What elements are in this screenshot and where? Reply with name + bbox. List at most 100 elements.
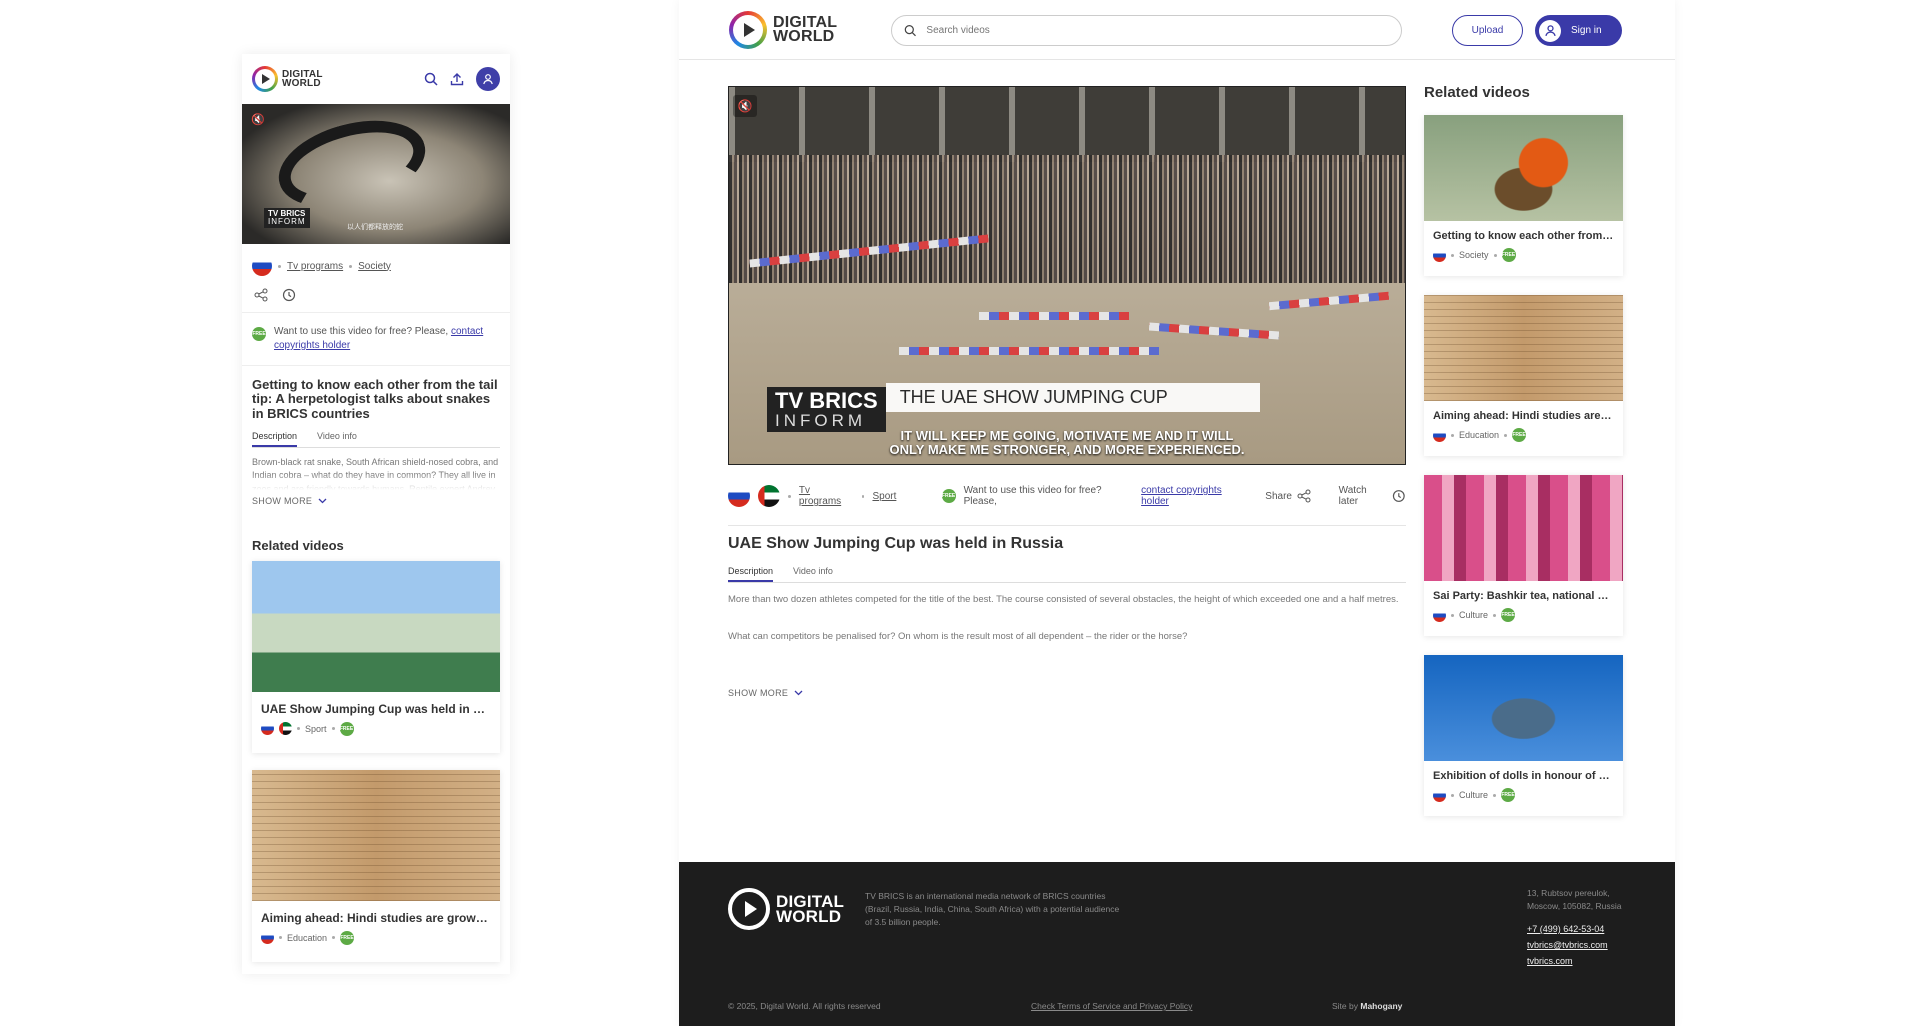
search-icon <box>904 25 916 37</box>
logo[interactable]: DIGITAL WORLD <box>729 11 837 49</box>
channel-bug: TV BRICS INFORM <box>767 387 886 432</box>
free-use-notice: FREE Want to use this video for free? Pl… <box>242 313 510 365</box>
category-link[interactable]: Society <box>358 261 391 272</box>
tab-video-info[interactable]: Video info <box>317 431 357 447</box>
chevron-down-icon <box>794 690 803 696</box>
related-card[interactable]: Aiming ahead: Hindi studies are growing … <box>1424 295 1623 456</box>
flag-uae <box>758 485 780 507</box>
flag-russia <box>261 931 274 945</box>
card-category: Education <box>1459 430 1500 440</box>
thumbnail <box>252 560 500 692</box>
related-card[interactable]: Exhibition of dolls in honour of anniver… <box>1424 655 1623 816</box>
flag-uae <box>279 722 292 736</box>
mute-icon[interactable]: 🔇 <box>251 113 265 126</box>
mobile-meta: Tv programs Society <box>242 244 510 276</box>
video-description: Brown-black rat snake, South African shi… <box>252 456 499 490</box>
upload-button[interactable]: Upload <box>1452 15 1523 46</box>
category-link[interactable]: Sport <box>872 491 896 502</box>
tab-description[interactable]: Description <box>252 431 298 447</box>
contact-link[interactable]: contact copyrights holder <box>1141 485 1249 507</box>
clock-icon <box>1393 490 1406 502</box>
footer-logo[interactable]: DIGITAL WORLD <box>728 888 844 930</box>
logo-line2: WORLD <box>282 78 321 89</box>
related-card[interactable]: Getting to know each other from the tail… <box>1424 115 1623 276</box>
tabs: Description Video info <box>252 431 500 448</box>
search-icon[interactable] <box>424 72 438 86</box>
video-frame <box>269 105 435 223</box>
category-link[interactable]: Tv programs <box>287 261 343 272</box>
footer-phone[interactable]: +7 (499) 642-53-04 <box>1527 922 1608 938</box>
free-badge: FREE <box>340 930 355 945</box>
user-avatar-button[interactable] <box>476 67 500 91</box>
watch-later-label: Watch later <box>1338 485 1367 507</box>
mobile-header: DIGITAL WORLD <box>242 54 510 104</box>
video-player[interactable]: 🔇 TV BRICS INFORM THE UAE SHOW JUMPING CU… <box>728 86 1406 465</box>
free-badge: FREE <box>1501 788 1516 802</box>
share-icon <box>1297 489 1311 503</box>
video-title: Getting to know each other from the tail… <box>252 377 498 421</box>
related-card[interactable]: Aiming ahead: Hindi studies are growing … <box>252 769 500 962</box>
flag-russia <box>261 722 274 736</box>
terms-link[interactable]: Check Terms of Service and Privacy Polic… <box>1031 1001 1192 1011</box>
watch-later-button[interactable]: Watch later <box>1339 485 1406 507</box>
lower-third-title: THE UAE SHOW JUMPING CUP <box>885 383 1260 412</box>
video-meta: Tv programs Sport FREE Want to use this … <box>728 485 1406 507</box>
user-icon <box>1544 25 1556 37</box>
flag-russia <box>1433 608 1446 622</box>
share-button[interactable]: Share <box>1265 489 1311 503</box>
card-category: Culture <box>1459 610 1489 620</box>
lower-third: TV BRICS INFORM THE UAE SHOW JUMPING CUP <box>767 383 1260 432</box>
play-icon <box>252 66 278 92</box>
flag-russia <box>1433 248 1446 262</box>
clock-icon[interactable] <box>282 288 296 302</box>
show-more-button[interactable]: SHOW MORE <box>242 490 510 506</box>
free-text: Want to use this video for free? Please, <box>274 326 449 337</box>
free-badge: FREE <box>1501 248 1516 262</box>
thumbnail <box>252 769 500 901</box>
video-subtitle: 以人们都释放的蛇 <box>347 224 403 231</box>
copyright: © 2025, Digital World. All rights reserv… <box>728 1001 881 1011</box>
card-title: Sai Party: Bashkir tea, national dishes <box>1433 590 1623 602</box>
logo[interactable]: DIGITAL WORLD <box>252 66 323 92</box>
studio-link[interactable]: Mahogany <box>1360 1001 1402 1011</box>
upload-icon[interactable] <box>450 72 464 86</box>
tab-video-info[interactable]: Video info <box>793 566 833 582</box>
card-category: Education <box>287 932 328 943</box>
user-icon <box>483 74 493 85</box>
card-title: Getting to know each other from the tail… <box>1433 230 1623 242</box>
footer-email[interactable]: tvbrics@tvbrics.com <box>1527 938 1608 954</box>
site-footer: DIGITAL WORLD TV BRICS is an internation… <box>679 862 1675 1026</box>
related-card[interactable]: UAE Show Jumping Cup was held in Russia … <box>252 560 500 753</box>
chevron-down-icon <box>318 498 327 504</box>
search-box[interactable] <box>891 15 1402 46</box>
footer-contacts: +7 (499) 642-53-04 tvbrics@tvbrics.com t… <box>1527 922 1608 969</box>
free-badge: FREE <box>339 721 354 736</box>
card-category: Culture <box>1459 790 1489 800</box>
flag-russia <box>728 485 750 507</box>
free-badge: FREE <box>941 489 956 503</box>
related-heading: Related videos <box>1424 84 1530 101</box>
mobile-video-player[interactable]: 🔇 TV BRICS INFORM 以人们都释放的蛇 <box>242 104 510 244</box>
tab-description[interactable]: Description <box>728 566 774 582</box>
card-title: Aiming ahead: Hindi studies are growing … <box>261 910 500 925</box>
share-icon[interactable] <box>254 288 268 302</box>
video-subtitles: IT WILL KEEP ME GOING, MOTIVATE ME AND I… <box>889 428 1245 458</box>
category-link[interactable]: Tv programs <box>799 485 854 507</box>
footer-site-link[interactable]: tvbrics.com <box>1527 954 1608 970</box>
search-input[interactable] <box>926 25 1389 36</box>
flag-russia <box>1433 788 1446 802</box>
flag-russia <box>1433 428 1446 442</box>
mobile-preview: DIGITAL WORLD 🔇 TV BRICS INFORM 以人们都释放的蛇 … <box>242 54 510 974</box>
play-icon <box>728 888 770 930</box>
related-card[interactable]: Sai Party: Bashkir tea, national dishes … <box>1424 475 1623 636</box>
free-badge: FREE <box>1501 608 1516 622</box>
tabs: Description Video info <box>728 566 1406 583</box>
card-title: Exhibition of dolls in honour of anniver… <box>1433 770 1623 782</box>
flag-russia <box>252 256 272 276</box>
video-title: UAE Show Jumping Cup was held in Russia <box>728 535 1064 552</box>
show-more-button[interactable]: SHOW MORE <box>728 688 803 698</box>
mute-icon[interactable]: 🔇 <box>733 95 757 117</box>
card-title: Aiming ahead: Hindi studies are growing … <box>1433 410 1623 422</box>
sign-in-button[interactable]: Sign in <box>1535 15 1622 46</box>
share-label: Share <box>1265 490 1292 502</box>
